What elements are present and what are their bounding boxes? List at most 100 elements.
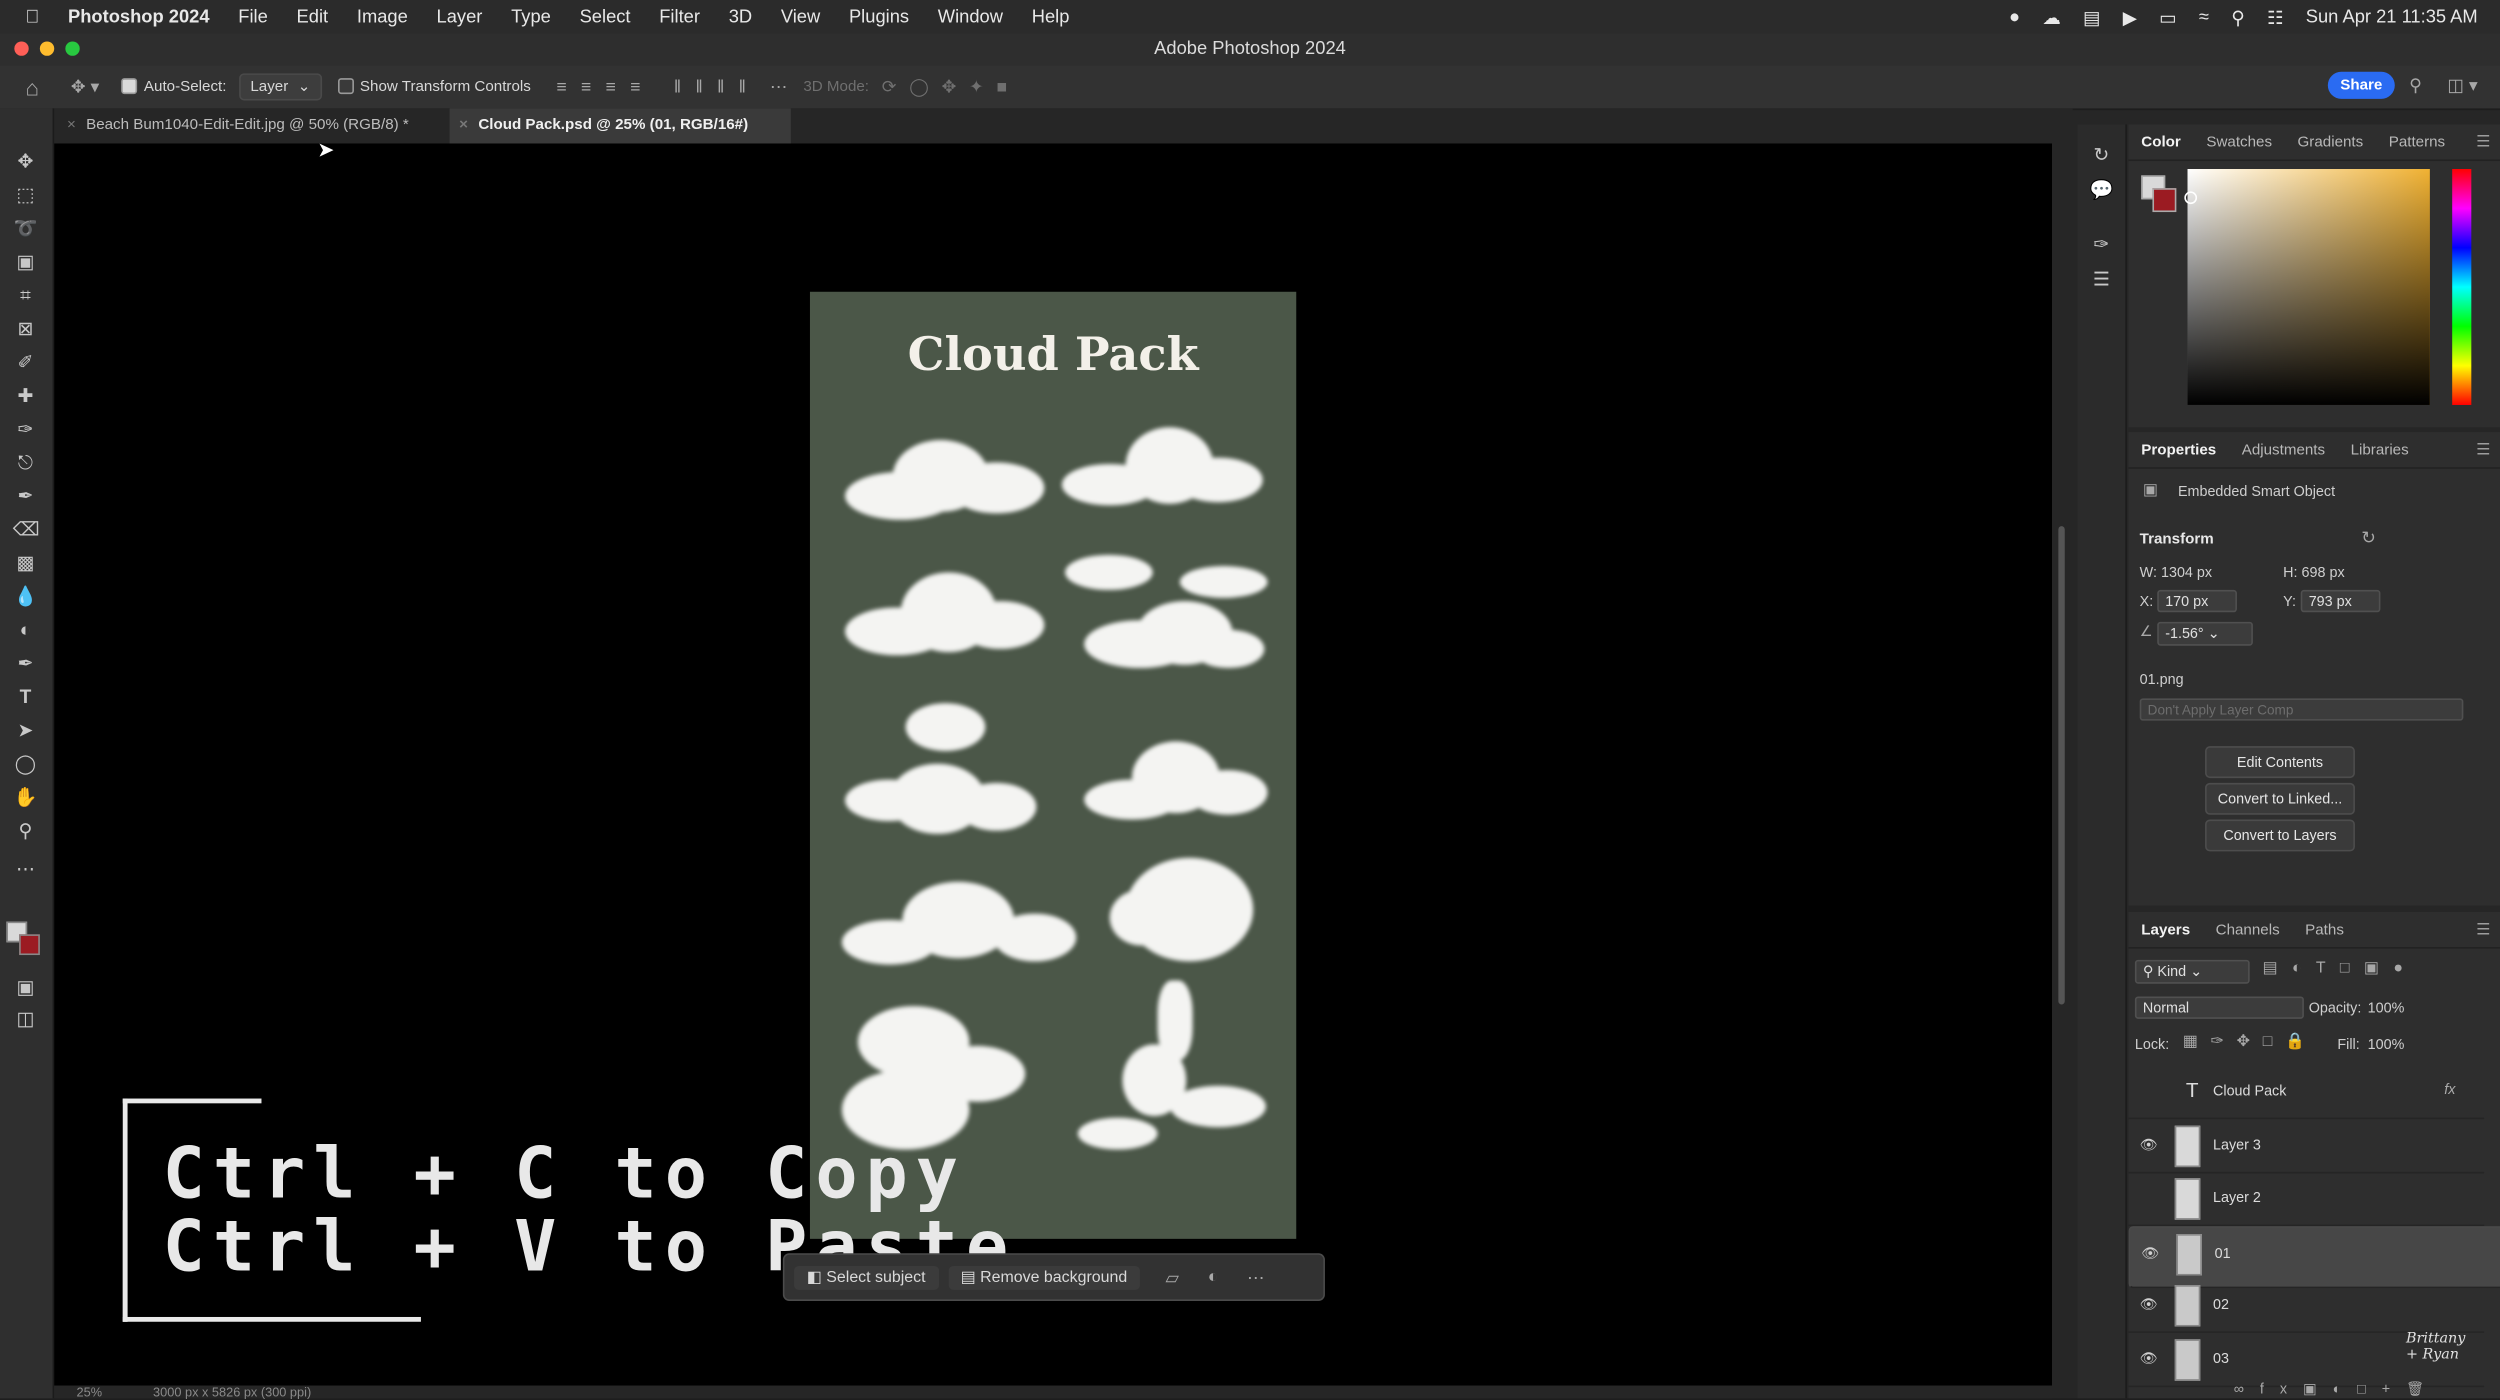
move-tool-icon[interactable]: ✥ [13,150,39,172]
blur-tool-icon[interactable]: 💧 [13,585,39,607]
background-color-swatch[interactable] [19,934,40,956]
panel-menu-icon[interactable]: ☰ [2476,922,2490,940]
brush-tool-icon[interactable]: ✑ [13,418,39,440]
workspace-icon[interactable]: ◫ ▾ [2447,75,2477,96]
frame-tool-icon[interactable]: ⊠ [13,317,39,339]
fill-input[interactable]: 100% [2368,1036,2405,1052]
apple-menu-icon[interactable]:  [0,7,54,26]
creative-cloud-icon[interactable]: ☁ [2042,6,2060,28]
menu-layer[interactable]: Layer [422,7,497,26]
eye-icon[interactable]: 👁 [2140,1350,2158,1368]
wifi-icon[interactable]: ≈ [2199,7,2209,26]
layers-footer-icons[interactable]: ∞fx▣◐□+🗑 [2234,1381,2440,1399]
home-icon[interactable]: ⌂ [26,74,40,100]
layer-row-layer-3[interactable]: 👁 Layer 3 [2128,1119,2485,1174]
fx-icon[interactable]: fx [2444,1081,2455,1097]
color-picker-cursor[interactable] [2184,191,2198,205]
layer-filter-icons[interactable]: ▤◐T□▣● [2262,960,2417,978]
tab-properties[interactable]: Properties [2129,441,2229,459]
menu-3d[interactable]: 3D [714,7,766,26]
minimize-window-button[interactable] [39,41,55,56]
path-selection-tool-icon[interactable]: ➤ [13,719,39,741]
menu-file[interactable]: File [224,7,282,26]
visibility-toggle-off[interactable] [2140,1189,2158,1207]
canvas-area[interactable]: Cloud Pack Ctrl + C to Copy Ctrl + V to … [54,143,2052,1386]
tab-patterns[interactable]: Patterns [2376,133,2458,151]
edit-contents-button[interactable]: Edit Contents [2205,746,2355,779]
ellipse-tool-icon[interactable]: ◯ [13,753,39,775]
select-subject-button[interactable]: ◧ Select subject [794,1265,939,1290]
marquee-tool-icon[interactable]: ⬚ [13,183,39,205]
menu-select[interactable]: Select [565,7,645,26]
background-color-chip[interactable] [2152,188,2177,213]
eye-icon[interactable]: 👁 [2140,1296,2158,1314]
align-icons[interactable]: ≡≡≡≡ ‖‖‖‖ [556,77,760,96]
screen-mode-icon[interactable]: ◫ [13,1008,39,1030]
panel-menu-icon[interactable]: ☰ [2476,134,2490,152]
menu-help[interactable]: Help [1017,7,1083,26]
3d-mode-icons[interactable]: ⟳◯✥✦■ [882,77,1020,97]
play-icon[interactable]: ▶ [2123,6,2137,28]
canvas-vertical-scrollbar[interactable] [2058,526,2065,1005]
search-icon[interactable]: ⚲ [2409,75,2422,96]
history-brush-tool-icon[interactable]: ✒ [13,485,39,507]
hue-slider[interactable] [2452,169,2472,405]
angle-input[interactable]: -1.56° ⌄ [2157,621,2253,646]
tab-layers[interactable]: Layers [2129,921,2203,939]
blend-mode-dropdown[interactable]: Normal [2134,996,2304,1019]
quick-mask-icon[interactable]: ▣ [13,976,39,998]
color-field[interactable] [2187,169,2430,405]
dodge-tool-icon[interactable]: ◐ [13,619,39,641]
convert-to-linked-button[interactable]: Convert to Linked... [2205,782,2355,815]
layer-row-cloud-pack[interactable]: T Cloud Pack fx [2128,1065,2485,1120]
type-tool-icon[interactable]: T [13,686,39,708]
menu-image[interactable]: Image [342,7,422,26]
menu-clock[interactable]: Sun Apr 21 11:35 AM [2306,7,2478,26]
eye-icon[interactable]: 👁 [2141,1245,2159,1263]
object-selection-tool-icon[interactable]: ▣ [13,250,39,272]
show-transform-checkbox[interactable] [337,77,360,96]
tab-gradients[interactable]: Gradients [2285,133,2376,151]
auto-select-checkbox[interactable] [121,77,144,96]
battery-icon[interactable]: ▭ [2159,6,2176,28]
tab-adjustments[interactable]: Adjustments [2229,441,2338,459]
app-menu[interactable]: Photoshop 2024 [54,7,224,26]
close-window-button[interactable] [14,41,29,56]
auto-select-dropdown[interactable]: Layer ⌄ [239,73,322,101]
control-center-icon[interactable]: ☷ [2267,6,2283,28]
clone-stamp-tool-icon[interactable]: ⎋ [13,451,39,473]
tab-paths[interactable]: Paths [2292,921,2356,939]
gradient-tool-icon[interactable]: ▩ [13,552,39,574]
comments-panel-icon[interactable]: 💬 [2089,179,2115,201]
menu-filter[interactable]: Filter [645,7,714,26]
menu-plugins[interactable]: Plugins [835,7,924,26]
display-icon[interactable]: ▤ [2083,6,2100,28]
menu-window[interactable]: Window [923,7,1017,26]
crop-tool-icon[interactable]: ⌗ [13,284,39,306]
layer-comp-dropdown[interactable]: Don't Apply Layer Comp [2139,698,2464,721]
zoom-window-button[interactable] [65,41,80,56]
tab-color[interactable]: Color [2129,133,2194,151]
close-tab-icon[interactable]: × [67,108,76,143]
zoom-tool-icon[interactable]: ⚲ [13,820,39,842]
visibility-toggle-off[interactable] [2140,1083,2158,1101]
adjustment-presets-icon[interactable]: ☰ [2089,268,2115,290]
brush-settings-icon[interactable]: ✑ [2089,233,2115,255]
menu-view[interactable]: View [766,7,834,26]
panel-menu-icon[interactable]: ☰ [2476,442,2490,460]
record-icon[interactable]: ● [2009,7,2020,26]
menu-edit[interactable]: Edit [282,7,342,26]
menu-type[interactable]: Type [497,7,565,26]
more-tools-icon[interactable]: ⋯ [13,858,39,880]
lock-icons[interactable]: ▦✑✥□🔒 [2183,1033,2318,1051]
tab-swatches[interactable]: Swatches [2194,133,2285,151]
more-actions-icon[interactable]: ⋯ [1247,1267,1265,1287]
layer-row-layer-2[interactable]: Layer 2 [2128,1172,2485,1227]
y-position-input[interactable]: 793 px [2300,589,2381,613]
share-button[interactable]: Share [2327,71,2395,99]
transform-icon[interactable]: ▱ [1166,1267,1180,1287]
tab-channels[interactable]: Channels [2203,921,2293,939]
adjust-icon[interactable]: ◐ [1208,1268,1219,1287]
close-tab-icon[interactable]: × [459,108,468,143]
document-artboard[interactable]: Cloud Pack [809,291,1297,1239]
